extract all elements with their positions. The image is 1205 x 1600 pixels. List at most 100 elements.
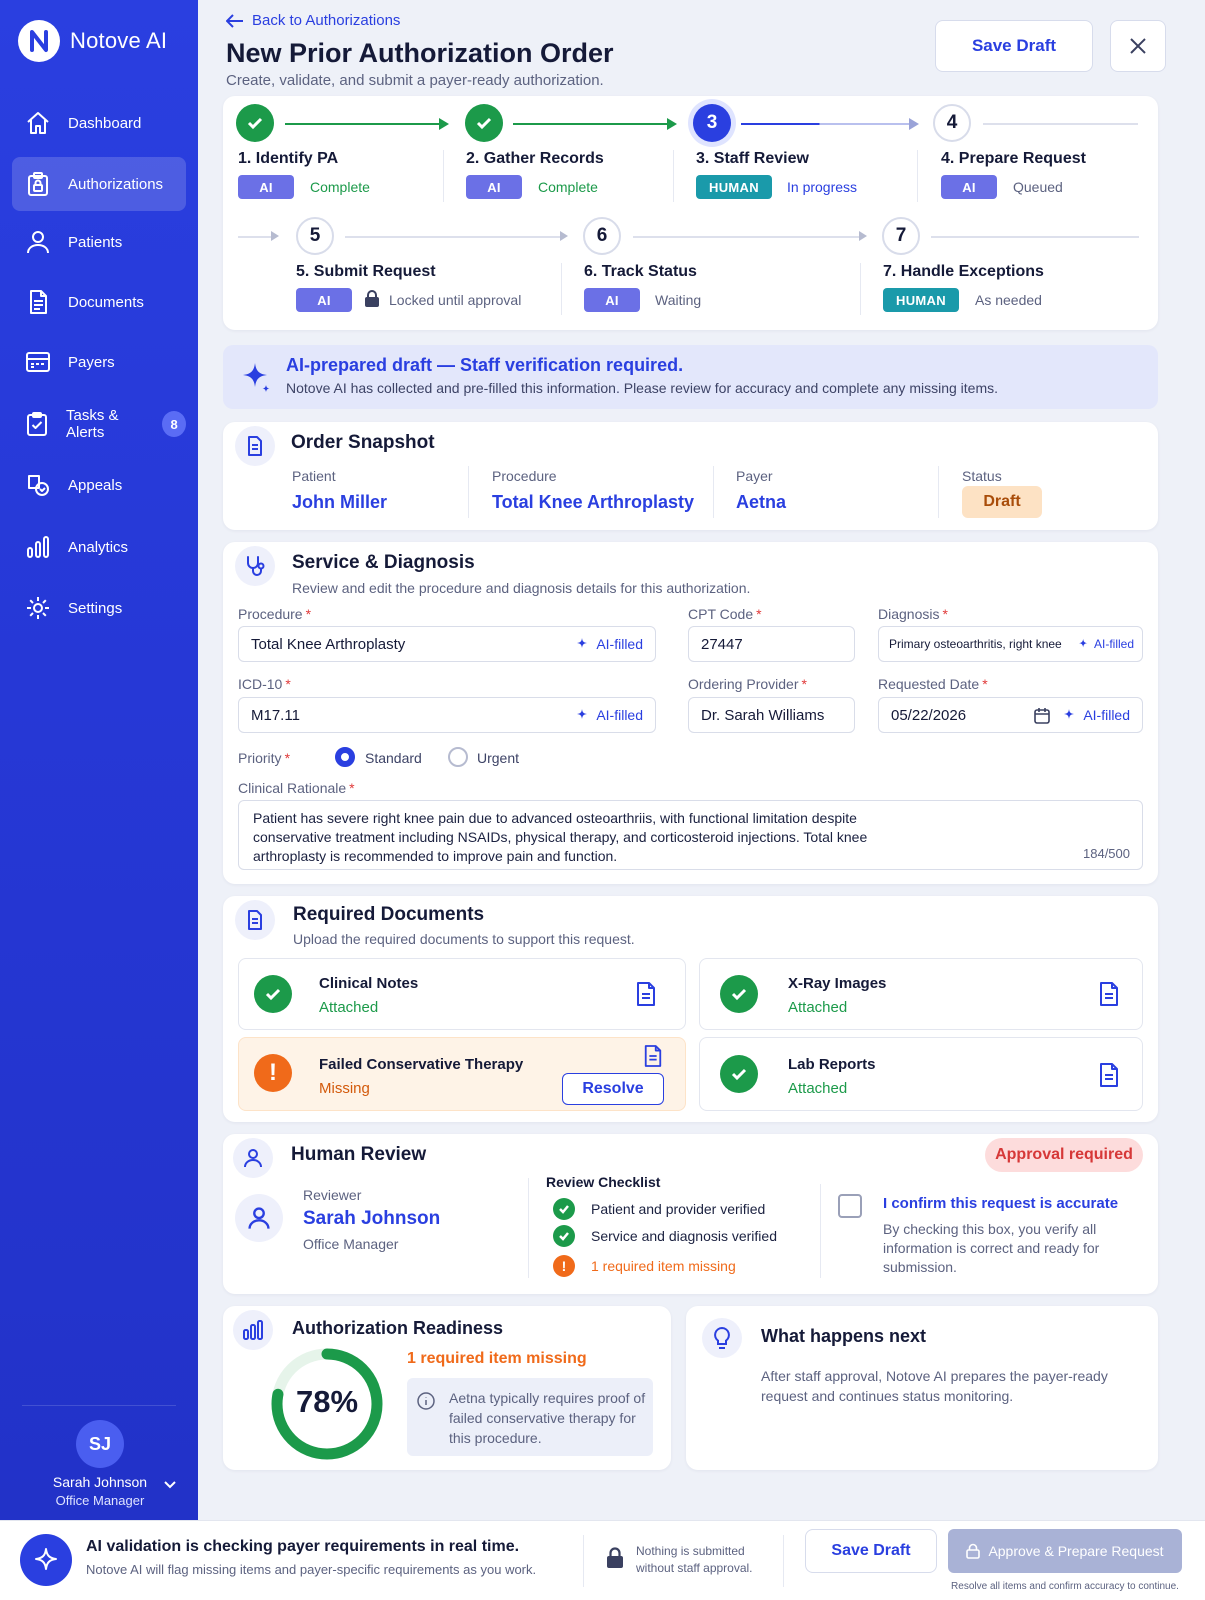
step-6-status: Waiting <box>655 292 702 308</box>
file-icon[interactable] <box>1098 981 1120 1007</box>
priority-standard-label[interactable]: Standard <box>365 750 422 766</box>
priority-standard-radio[interactable] <box>335 747 355 767</box>
human-review-title: Human Review <box>291 1144 427 1165</box>
priority-urgent-label[interactable]: Urgent <box>477 750 519 766</box>
footer-lock-line: without staff approval. <box>636 1561 753 1575</box>
payer-label: Payer <box>736 468 773 484</box>
step-2-title: 2. Gather Records <box>466 150 604 167</box>
diagnosis-field[interactable]: Primary osteoarthritis, right knee AI-fi… <box>878 626 1143 662</box>
approval-required-badge: Approval required <box>985 1138 1143 1172</box>
step-3-number: 3 <box>693 104 731 142</box>
sidebar-divider <box>22 1405 176 1406</box>
requested-date-field[interactable]: 05/22/2026 AI-filled <box>878 697 1143 733</box>
avatar[interactable]: SJ <box>76 1420 124 1468</box>
brand-logo[interactable]: Notove AI <box>18 20 167 62</box>
document-item-failed-conservative-therapy[interactable]: ! Failed Conservative Therapy Missing Re… <box>238 1037 686 1111</box>
document-item-lab-reports[interactable]: Lab Reports Attached <box>699 1037 1143 1111</box>
check-icon <box>553 1198 575 1220</box>
step-connector <box>983 123 1138 125</box>
step-4-status: Queued <box>1013 179 1063 195</box>
cpt-code-field[interactable]: 27447 <box>688 626 855 662</box>
ai-draft-banner: AI-prepared draft — Staff verification r… <box>223 345 1158 409</box>
calendar-icon[interactable] <box>1033 707 1051 725</box>
sidebar-item-patients[interactable]: Patients <box>12 215 186 269</box>
close-icon <box>1128 36 1148 56</box>
footer-save-draft-button[interactable]: Save Draft <box>805 1529 937 1573</box>
procedure-value: Total Knee Arthroplasty <box>492 492 695 512</box>
resolve-button[interactable]: Resolve <box>562 1073 664 1105</box>
confirm-title[interactable]: I confirm this request is accurate <box>883 1195 1118 1212</box>
ordering-provider-field[interactable]: Dr. Sarah Williams <box>688 697 855 733</box>
sidebar-item-analytics[interactable]: Analytics <box>12 520 186 574</box>
sidebar-item-label: Documents <box>68 293 144 311</box>
icd-field-label: ICD-10 * <box>238 676 291 692</box>
sidebar-item-appeals[interactable]: Appeals <box>12 458 186 512</box>
sidebar-item-tasks-alerts[interactable]: Tasks & Alerts 8 <box>12 397 186 451</box>
document-status: Attached <box>788 999 848 1016</box>
save-draft-button[interactable]: Save Draft <box>935 20 1093 72</box>
file-icon[interactable] <box>1098 1062 1120 1088</box>
document-icon <box>235 426 275 466</box>
sparkle-icon <box>1078 638 1090 650</box>
step-connector <box>513 123 673 125</box>
warning-icon: ! <box>254 1054 292 1092</box>
back-link[interactable]: Back to Authorizations <box>226 12 400 29</box>
page-subtitle: Create, validate, and submit a payer-rea… <box>226 72 604 89</box>
human-review-card: Human Review Approval required Reviewer … <box>223 1134 1158 1294</box>
analytics-icon <box>24 533 52 561</box>
rationale-label: Clinical Rationale * <box>238 780 355 796</box>
checklist-item-missing[interactable]: 1 required item missing <box>591 1258 736 1274</box>
lock-icon <box>966 1543 981 1559</box>
file-icon[interactable] <box>643 1044 663 1068</box>
confirm-accuracy-checkbox[interactable] <box>838 1194 862 1218</box>
sidebar-item-dashboard[interactable]: Dashboard <box>12 96 186 150</box>
procedure-field[interactable]: Total Knee Arthroplasty AI-filled <box>238 626 656 662</box>
step-7-tag: HUMAN <box>883 288 959 312</box>
sidebar-item-payers[interactable]: Payers <box>12 335 186 389</box>
sidebar-item-authorizations[interactable]: Authorizations <box>12 157 186 211</box>
diagnosis-field-label: Diagnosis * <box>878 606 948 622</box>
step-connector <box>345 236 563 238</box>
icd10-field[interactable]: M17.11 AI-filled <box>238 697 656 733</box>
step-1-status: Complete <box>310 179 370 195</box>
step-6-number: 6 <box>583 217 621 255</box>
lightbulb-icon <box>702 1318 742 1358</box>
sidebar-item-settings[interactable]: Settings <box>12 581 186 635</box>
arrow-right-icon <box>909 118 919 130</box>
card-icon <box>24 348 52 376</box>
banner-text: Notove AI has collected and pre-filled t… <box>286 380 999 396</box>
patient-name[interactable]: John Miller <box>292 492 387 513</box>
step-connector <box>238 236 274 238</box>
approve-prepare-button[interactable]: Approve & Prepare Request <box>948 1529 1182 1573</box>
status-badge: Draft <box>962 486 1042 518</box>
chevron-down-icon[interactable] <box>162 1476 178 1492</box>
confirm-text-line: By checking this box, you verify all <box>883 1221 1097 1237</box>
step-divider <box>561 263 562 315</box>
step-2-status: Complete <box>538 179 598 195</box>
sidebar-item-documents[interactable]: Documents <box>12 275 186 329</box>
priority-urgent-radio[interactable] <box>448 747 468 767</box>
banner-title: AI-prepared draft — Staff verification r… <box>286 355 684 375</box>
document-item-xray-images[interactable]: X-Ray Images Attached <box>699 958 1143 1030</box>
char-count: 184/500 <box>1083 846 1130 861</box>
readiness-info-box: Aetna typically requires proof of failed… <box>407 1378 653 1456</box>
next-text: After staff approval, Notove AI prepares… <box>761 1366 1108 1406</box>
logo-icon <box>18 20 60 62</box>
next-text-line: After staff approval, Notove AI prepares… <box>761 1368 1108 1384</box>
cpt-field-label: CPT Code * <box>688 606 762 622</box>
document-item-clinical-notes[interactable]: Clinical Notes Attached <box>238 958 686 1030</box>
step-7-status: As needed <box>975 292 1042 308</box>
ai-sparkle-icon <box>20 1534 72 1586</box>
close-button[interactable] <box>1110 20 1166 72</box>
user-name: Sarah Johnson <box>52 1474 148 1490</box>
approve-hint: Resolve all items and confirm accuracy t… <box>951 1581 1179 1592</box>
clinical-rationale-textarea[interactable]: Patient has severe right knee pain due t… <box>238 800 1143 870</box>
check-icon <box>553 1225 575 1247</box>
ai-filled-label: AI-filled <box>596 707 643 723</box>
check-icon <box>720 975 758 1013</box>
step-2-check-icon <box>465 104 503 142</box>
requested-date-value: 05/22/2026 <box>891 706 967 724</box>
file-icon[interactable] <box>635 981 657 1007</box>
user-icon <box>233 1138 273 1178</box>
user-icon <box>24 228 52 256</box>
